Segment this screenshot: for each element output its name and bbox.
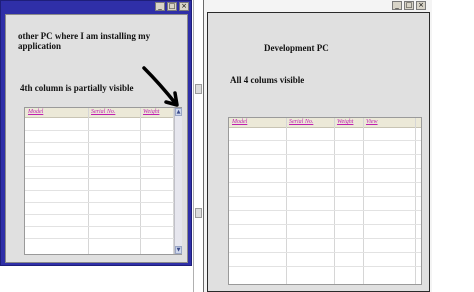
right-col-view[interactable]: View <box>366 119 378 125</box>
left-col-serial[interactable]: Serial No. <box>91 109 115 115</box>
desktop-background <box>432 0 474 292</box>
annotation-arrow-icon <box>142 66 179 107</box>
right-grid-divider <box>334 118 335 284</box>
left-grid-row <box>25 238 181 239</box>
left-grid-row <box>25 190 181 191</box>
left-window-client: other PC where I am installing my applic… <box>5 14 188 263</box>
left-grid-row <box>25 142 181 143</box>
right-col-serial[interactable]: Serial No. <box>289 119 313 125</box>
minimize-button[interactable]: _ <box>155 2 165 11</box>
maximize-button[interactable]: □ <box>404 1 414 10</box>
right-grid[interactable]: Model Serial No. Weight View <box>228 117 422 285</box>
right-grid-header: Model Serial No. Weight View <box>229 118 421 128</box>
right-window: _ □ × Development PC All 4 colums visibl… <box>203 0 432 292</box>
close-button[interactable]: × <box>416 1 426 10</box>
strip-handle <box>195 208 202 218</box>
right-grid-row <box>229 266 421 267</box>
left-heading: other PC where I am installing my applic… <box>18 31 151 51</box>
right-grid-row <box>229 140 421 141</box>
right-col-model[interactable]: Model <box>232 119 247 125</box>
right-grid-row <box>229 154 421 155</box>
left-grid-row <box>25 202 181 203</box>
left-grid-row <box>25 226 181 227</box>
left-grid-scrollbar[interactable]: ▲ ▼ <box>174 108 182 254</box>
right-grid-row <box>229 224 421 225</box>
right-grid-divider <box>286 118 287 284</box>
right-window-client: Development PC All 4 colums visible Mode… <box>207 12 430 292</box>
left-grid-row <box>25 166 181 167</box>
right-grid-row <box>229 210 421 211</box>
left-window-titlebar: _ □ × <box>1 1 191 13</box>
right-grid-row <box>229 252 421 253</box>
left-window: _ □ × other PC where I am installing my … <box>0 0 192 266</box>
right-grid-row <box>229 168 421 169</box>
right-note: All 4 colums visible <box>230 75 305 85</box>
right-grid-row <box>229 196 421 197</box>
right-grid-divider <box>415 118 416 284</box>
left-note: 4th column is partially visible <box>20 83 134 93</box>
strip-handle <box>195 84 202 94</box>
left-grid-row <box>25 214 181 215</box>
right-grid-row <box>229 182 421 183</box>
right-grid-divider <box>363 118 364 284</box>
close-button[interactable]: × <box>179 2 189 11</box>
left-grid[interactable]: Model Serial No. Weight ▲ ▼ <box>24 107 182 255</box>
left-col-model[interactable]: Model <box>28 109 43 115</box>
scroll-down-icon[interactable]: ▼ <box>175 246 182 254</box>
right-col-weight[interactable]: Weight <box>337 119 353 125</box>
right-heading: Development PC <box>264 43 329 53</box>
maximize-button[interactable]: □ <box>167 2 177 11</box>
left-grid-row <box>25 178 181 179</box>
desktop-strip <box>193 0 203 292</box>
left-grid-row <box>25 154 181 155</box>
right-grid-row <box>229 238 421 239</box>
minimize-button[interactable]: _ <box>392 1 402 10</box>
left-grid-row <box>25 130 181 131</box>
